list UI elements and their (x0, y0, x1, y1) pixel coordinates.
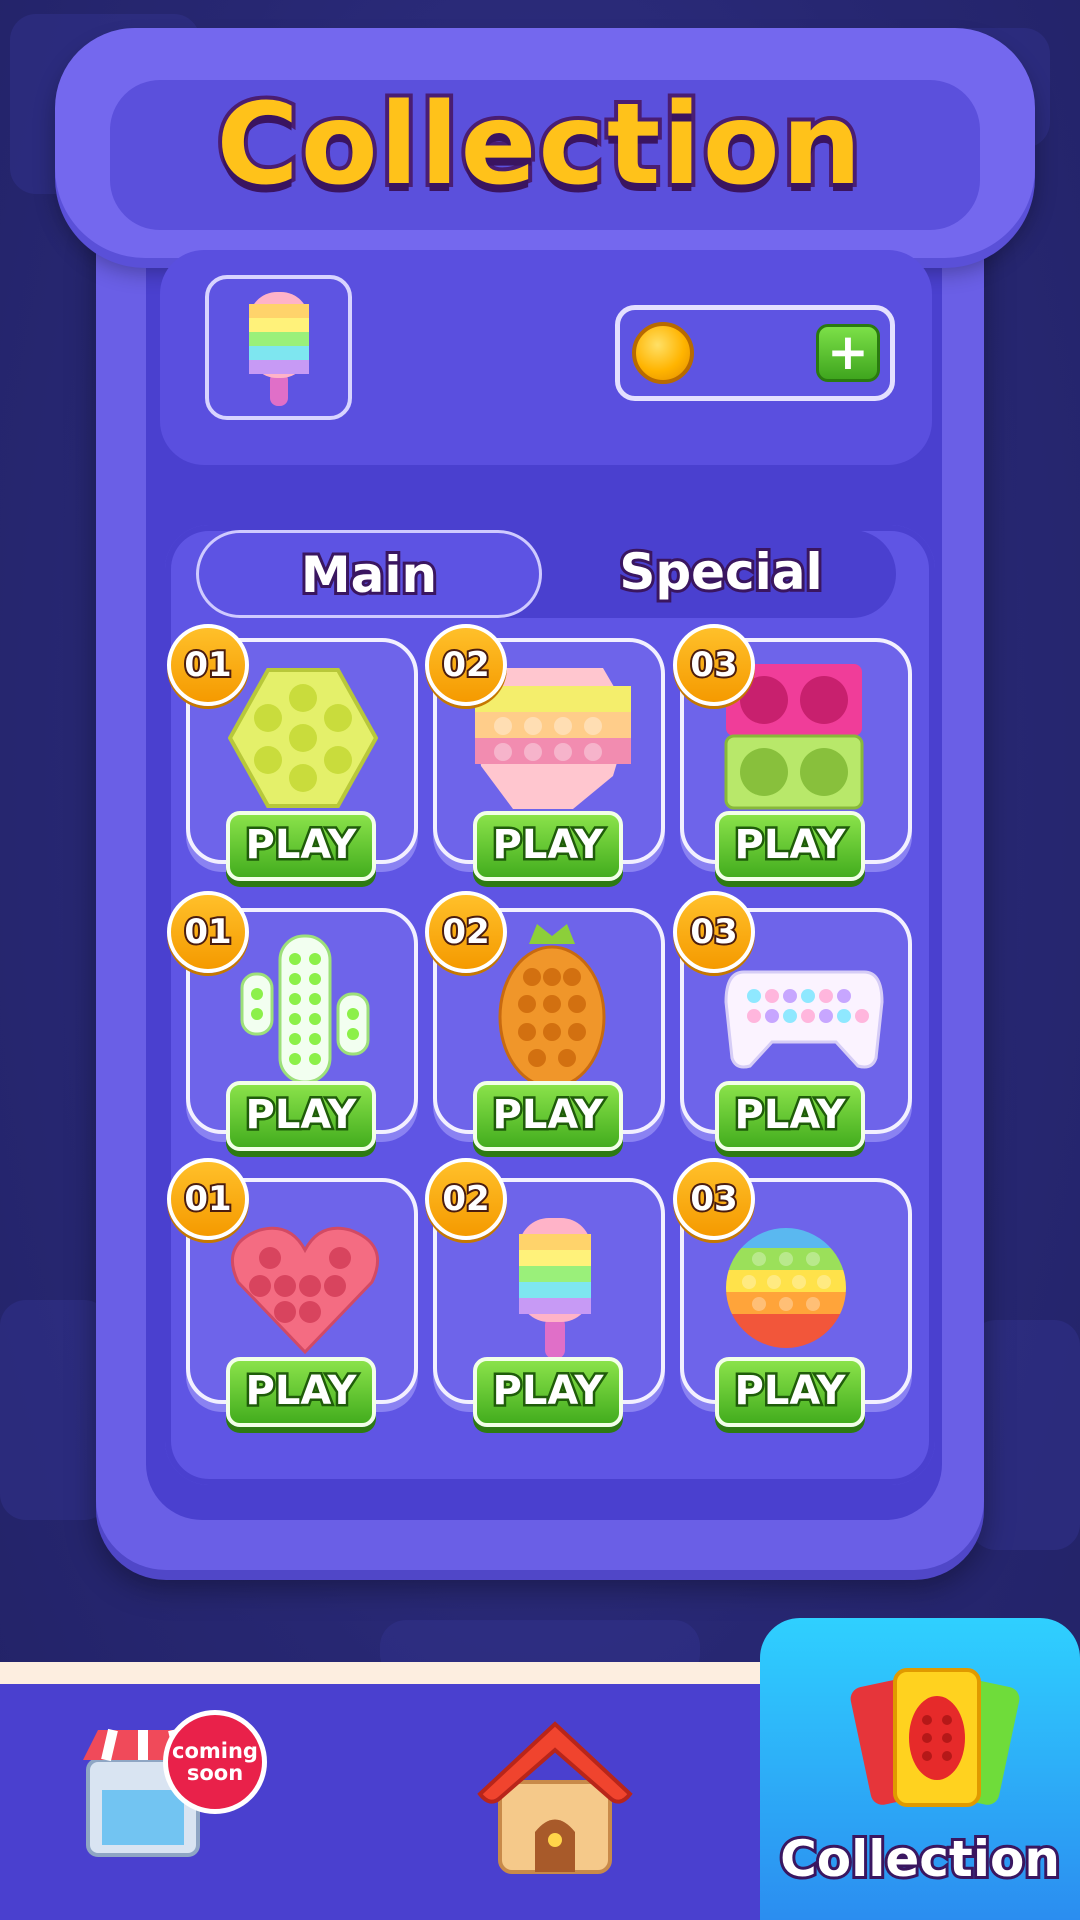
level-number-badge: 01 (167, 1158, 249, 1240)
tab-special[interactable]: Special (546, 530, 896, 618)
home-icon (477, 1721, 633, 1874)
level-number-badge: 02 (425, 624, 507, 706)
nav-collection-label: Collection (777, 1827, 1063, 1891)
add-coins-button[interactable]: + (816, 324, 880, 382)
level-number-badge: 02 (425, 1158, 507, 1240)
popsicle-pop-it-icon (519, 1218, 591, 1359)
coin-counter: + (615, 305, 895, 401)
level-number-badge: 03 (673, 624, 755, 706)
nav-home[interactable] (470, 1712, 640, 1882)
play-button[interactable]: PLAY (715, 1357, 865, 1427)
level-number-badge: 01 (167, 624, 249, 706)
level-number-badge: 02 (425, 891, 507, 973)
play-button[interactable]: PLAY (473, 1357, 623, 1427)
coming-soon-line: soon (186, 1761, 244, 1785)
nav-collection-icon (850, 1660, 1020, 1820)
play-button[interactable]: PLAY (226, 1081, 376, 1151)
background-deco (0, 1300, 110, 1520)
popsicle-pop-it-icon (248, 291, 309, 406)
play-button[interactable]: PLAY (715, 1081, 865, 1151)
background-deco (970, 1320, 1080, 1550)
coming-soon-line: coming (172, 1739, 258, 1763)
play-button[interactable]: PLAY (226, 1357, 376, 1427)
collection-cards-icon (850, 1668, 1020, 1807)
page-title: Collection (213, 76, 866, 214)
coming-soon-badge: coming soon (163, 1710, 267, 1814)
hexagon-pop-it-icon (228, 668, 378, 808)
tab-bar: Main Special (196, 530, 896, 618)
selected-toy-slot[interactable] (205, 275, 352, 420)
play-button[interactable]: PLAY (715, 811, 865, 881)
gamepad-pop-it-icon (724, 970, 884, 1069)
level-number-badge: 03 (673, 891, 755, 973)
tab-main[interactable]: Main (196, 530, 542, 618)
level-number-badge: 01 (167, 891, 249, 973)
level-number-badge: 03 (673, 1158, 755, 1240)
play-button[interactable]: PLAY (473, 811, 623, 881)
play-button[interactable]: PLAY (226, 811, 376, 881)
play-button[interactable]: PLAY (473, 1081, 623, 1151)
heart-pop-it-icon (230, 1226, 380, 1354)
coin-icon (632, 322, 694, 384)
pineapple-pop-it-icon (498, 924, 606, 1087)
rainbow-circle-pop-it-icon (726, 1228, 846, 1348)
cactus-pop-it-icon (240, 934, 370, 1084)
